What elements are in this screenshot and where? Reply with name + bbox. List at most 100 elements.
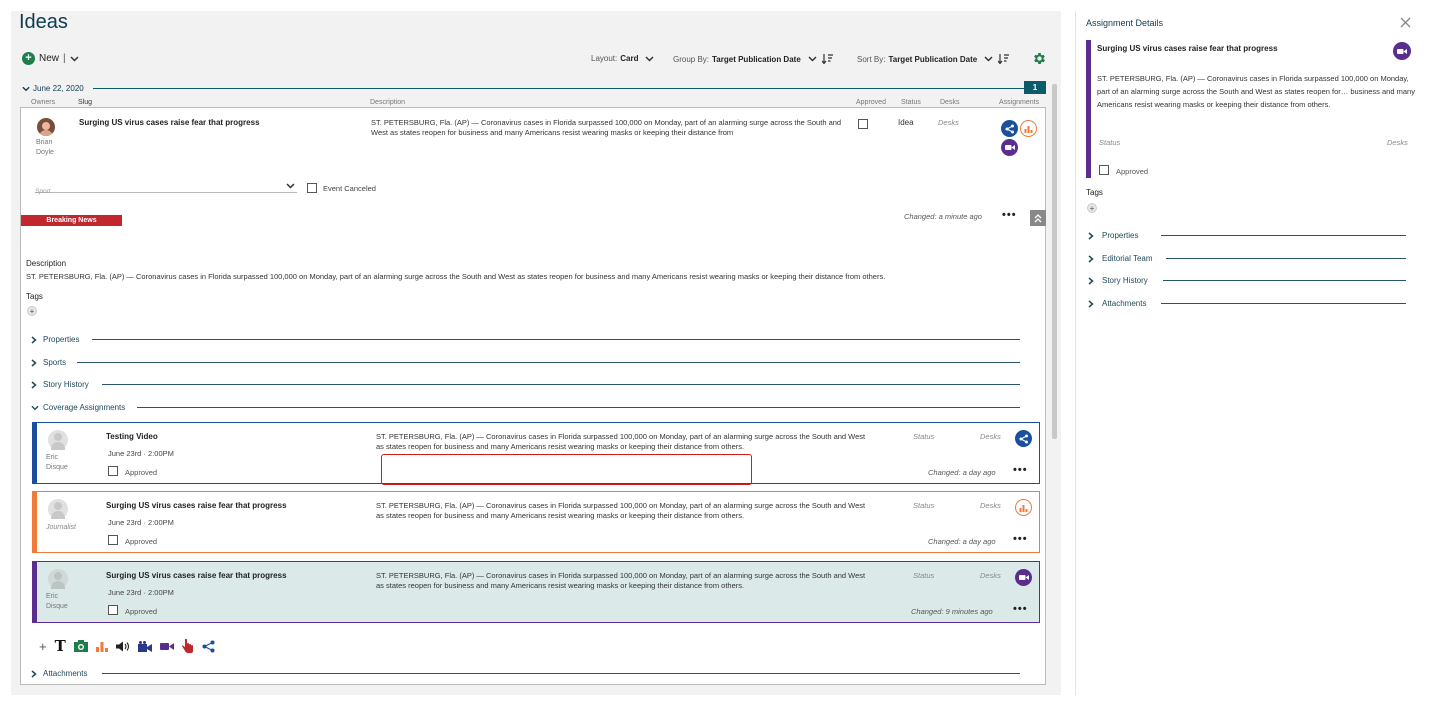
approved-label: Approved — [125, 537, 158, 546]
tags-heading: Tags — [1086, 188, 1103, 197]
assignment-status: Status — [913, 501, 935, 510]
person-first-name: Journalist — [46, 524, 76, 531]
scrollbar[interactable] — [1052, 84, 1057, 439]
chevron-down-icon[interactable] — [70, 55, 79, 62]
sortby-select[interactable]: Sort By: Target Publication Date — [857, 54, 1010, 64]
details-title: Surging US virus cases raise fear that p… — [1097, 44, 1278, 53]
col-status: Status — [901, 99, 921, 106]
ideas-panel: Ideas + New | Layout: Card Group By: Tar… — [11, 11, 1061, 695]
chevron-right-icon — [31, 380, 37, 389]
divider — [92, 339, 1020, 340]
assignment-title[interactable]: Surging US virus cases raise fear that p… — [106, 501, 287, 510]
audio-icon[interactable] — [115, 641, 130, 652]
add-tag-button[interactable]: + — [1087, 203, 1097, 213]
desc-line: ST. PETERSBURG, Fla. (AP) — Coronavirus … — [376, 432, 866, 441]
details-heading: Assignment Details — [1086, 18, 1164, 28]
section-coverage-assignments[interactable]: Coverage Assignments — [31, 403, 125, 412]
more-options-icon[interactable]: ••• — [1002, 209, 1017, 221]
approved-checkbox[interactable] — [108, 535, 118, 545]
assignment-title[interactable]: Surging US virus cases raise fear that p… — [106, 571, 287, 580]
chevron-up-double-icon — [1034, 213, 1042, 222]
share-icon[interactable] — [202, 640, 215, 653]
close-icon[interactable] — [1400, 17, 1411, 28]
details-description: ST. PETERSBURG, Fla. (AP) — Coronavirus … — [1097, 74, 1415, 109]
person-last-name: Disque — [46, 603, 68, 610]
chevron-right-icon — [1088, 299, 1094, 308]
bar-chart-icon[interactable] — [1020, 120, 1037, 137]
sport-select[interactable]: Sport — [35, 180, 297, 195]
plus-circle-icon: + — [22, 52, 35, 65]
story-slug[interactable]: Surging US virus cases raise fear that p… — [79, 118, 260, 127]
person-last-name: Disque — [46, 464, 68, 471]
page-title: Ideas — [19, 11, 68, 33]
camera-icon[interactable] — [137, 640, 152, 652]
interactive-icon[interactable] — [181, 639, 194, 653]
section-label: Story History — [43, 380, 89, 389]
event-canceled-label: Event Canceled — [323, 184, 376, 193]
chevron-down-icon — [808, 56, 817, 62]
groupby-value: Target Publication Date — [712, 54, 801, 64]
col-approved: Approved — [856, 99, 886, 106]
more-options-icon[interactable]: ••• — [1013, 464, 1028, 476]
section-properties[interactable]: Properties — [31, 335, 79, 344]
group-divider — [93, 88, 1046, 89]
avatar — [37, 118, 55, 136]
assignment-details-panel: Assignment Details Surging US virus case… — [1075, 11, 1423, 695]
video-icon[interactable] — [1015, 569, 1032, 586]
assignment-status: Status — [913, 432, 935, 441]
text-icon[interactable]: T — [55, 637, 66, 655]
more-options-icon[interactable]: ••• — [1013, 533, 1028, 545]
new-button[interactable]: + New | — [22, 52, 79, 65]
desc-line: ST. PETERSBURG, Fla. (AP) — Coronavirus … — [376, 501, 866, 510]
group-header[interactable]: June 22, 2020 — [22, 84, 84, 93]
section-story-history[interactable]: Story History — [31, 380, 89, 389]
divider — [102, 384, 1020, 385]
section-label: Attachments — [1102, 299, 1147, 308]
layout-select[interactable]: Layout: Card — [591, 54, 655, 63]
plus-icon[interactable]: + — [39, 639, 47, 654]
assignment-desks: Desks — [980, 432, 1001, 441]
event-canceled-checkbox[interactable] — [307, 183, 317, 193]
story-desks: Desks — [938, 118, 959, 127]
separator: | — [63, 53, 66, 64]
divider — [77, 362, 1020, 363]
assignment-description: ST. PETERSBURG, Fla. (AP) — Coronavirus … — [376, 571, 916, 591]
share-icon[interactable] — [1001, 120, 1018, 137]
story-card[interactable]: Brian Doyle Surging US virus cases raise… — [20, 107, 1046, 685]
bar-chart-icon[interactable] — [95, 641, 108, 652]
photo-icon[interactable] — [73, 640, 88, 652]
assignment-card[interactable]: Eric Disque Testing Video June 23rd · 2:… — [32, 422, 1040, 485]
section-label: Properties — [43, 335, 80, 344]
section-attachments[interactable]: Attachments — [31, 669, 87, 678]
desc-line: ST. PETERSBURG, Fla. (AP) — Coronavirus … — [376, 571, 866, 580]
section-sports[interactable]: Sports — [31, 358, 66, 367]
chevron-right-icon — [31, 669, 37, 678]
groupby-select[interactable]: Group By: Target Publication Date — [673, 54, 833, 64]
video-icon[interactable] — [1001, 139, 1018, 156]
gear-icon[interactable] — [1032, 51, 1047, 66]
sort-icon[interactable] — [998, 54, 1010, 64]
approved-checkbox[interactable] — [1099, 165, 1109, 175]
approved-checkbox[interactable] — [108, 466, 118, 476]
details-section-editorial-team[interactable]: Editorial Team — [1088, 254, 1153, 263]
sortby-label: Sort By: — [857, 54, 886, 64]
assignment-card-selected[interactable]: Eric Disque Surging US virus cases raise… — [32, 561, 1040, 623]
details-section-properties[interactable]: Properties — [1088, 231, 1138, 240]
approved-checkbox[interactable] — [108, 605, 118, 615]
video-icon[interactable] — [159, 642, 174, 651]
share-icon[interactable] — [1015, 430, 1032, 447]
assignment-title[interactable]: Testing Video — [106, 432, 158, 441]
approved-checkbox[interactable] — [858, 119, 868, 129]
details-section-story-history[interactable]: Story History — [1088, 276, 1148, 285]
more-options-icon[interactable]: ••• — [1013, 603, 1028, 615]
video-icon[interactable] — [1393, 42, 1411, 60]
bar-chart-icon[interactable] — [1015, 499, 1032, 516]
details-section-attachments[interactable]: Attachments — [1088, 299, 1146, 308]
assignment-card[interactable]: Journalist Surging US virus cases raise … — [32, 491, 1040, 553]
sort-icon[interactable] — [821, 54, 833, 64]
divider — [1161, 235, 1406, 236]
layout-value: Card — [620, 54, 639, 63]
chevron-down-icon — [286, 183, 295, 189]
add-tag-button[interactable]: + — [27, 306, 37, 316]
collapse-button[interactable] — [1030, 210, 1046, 226]
